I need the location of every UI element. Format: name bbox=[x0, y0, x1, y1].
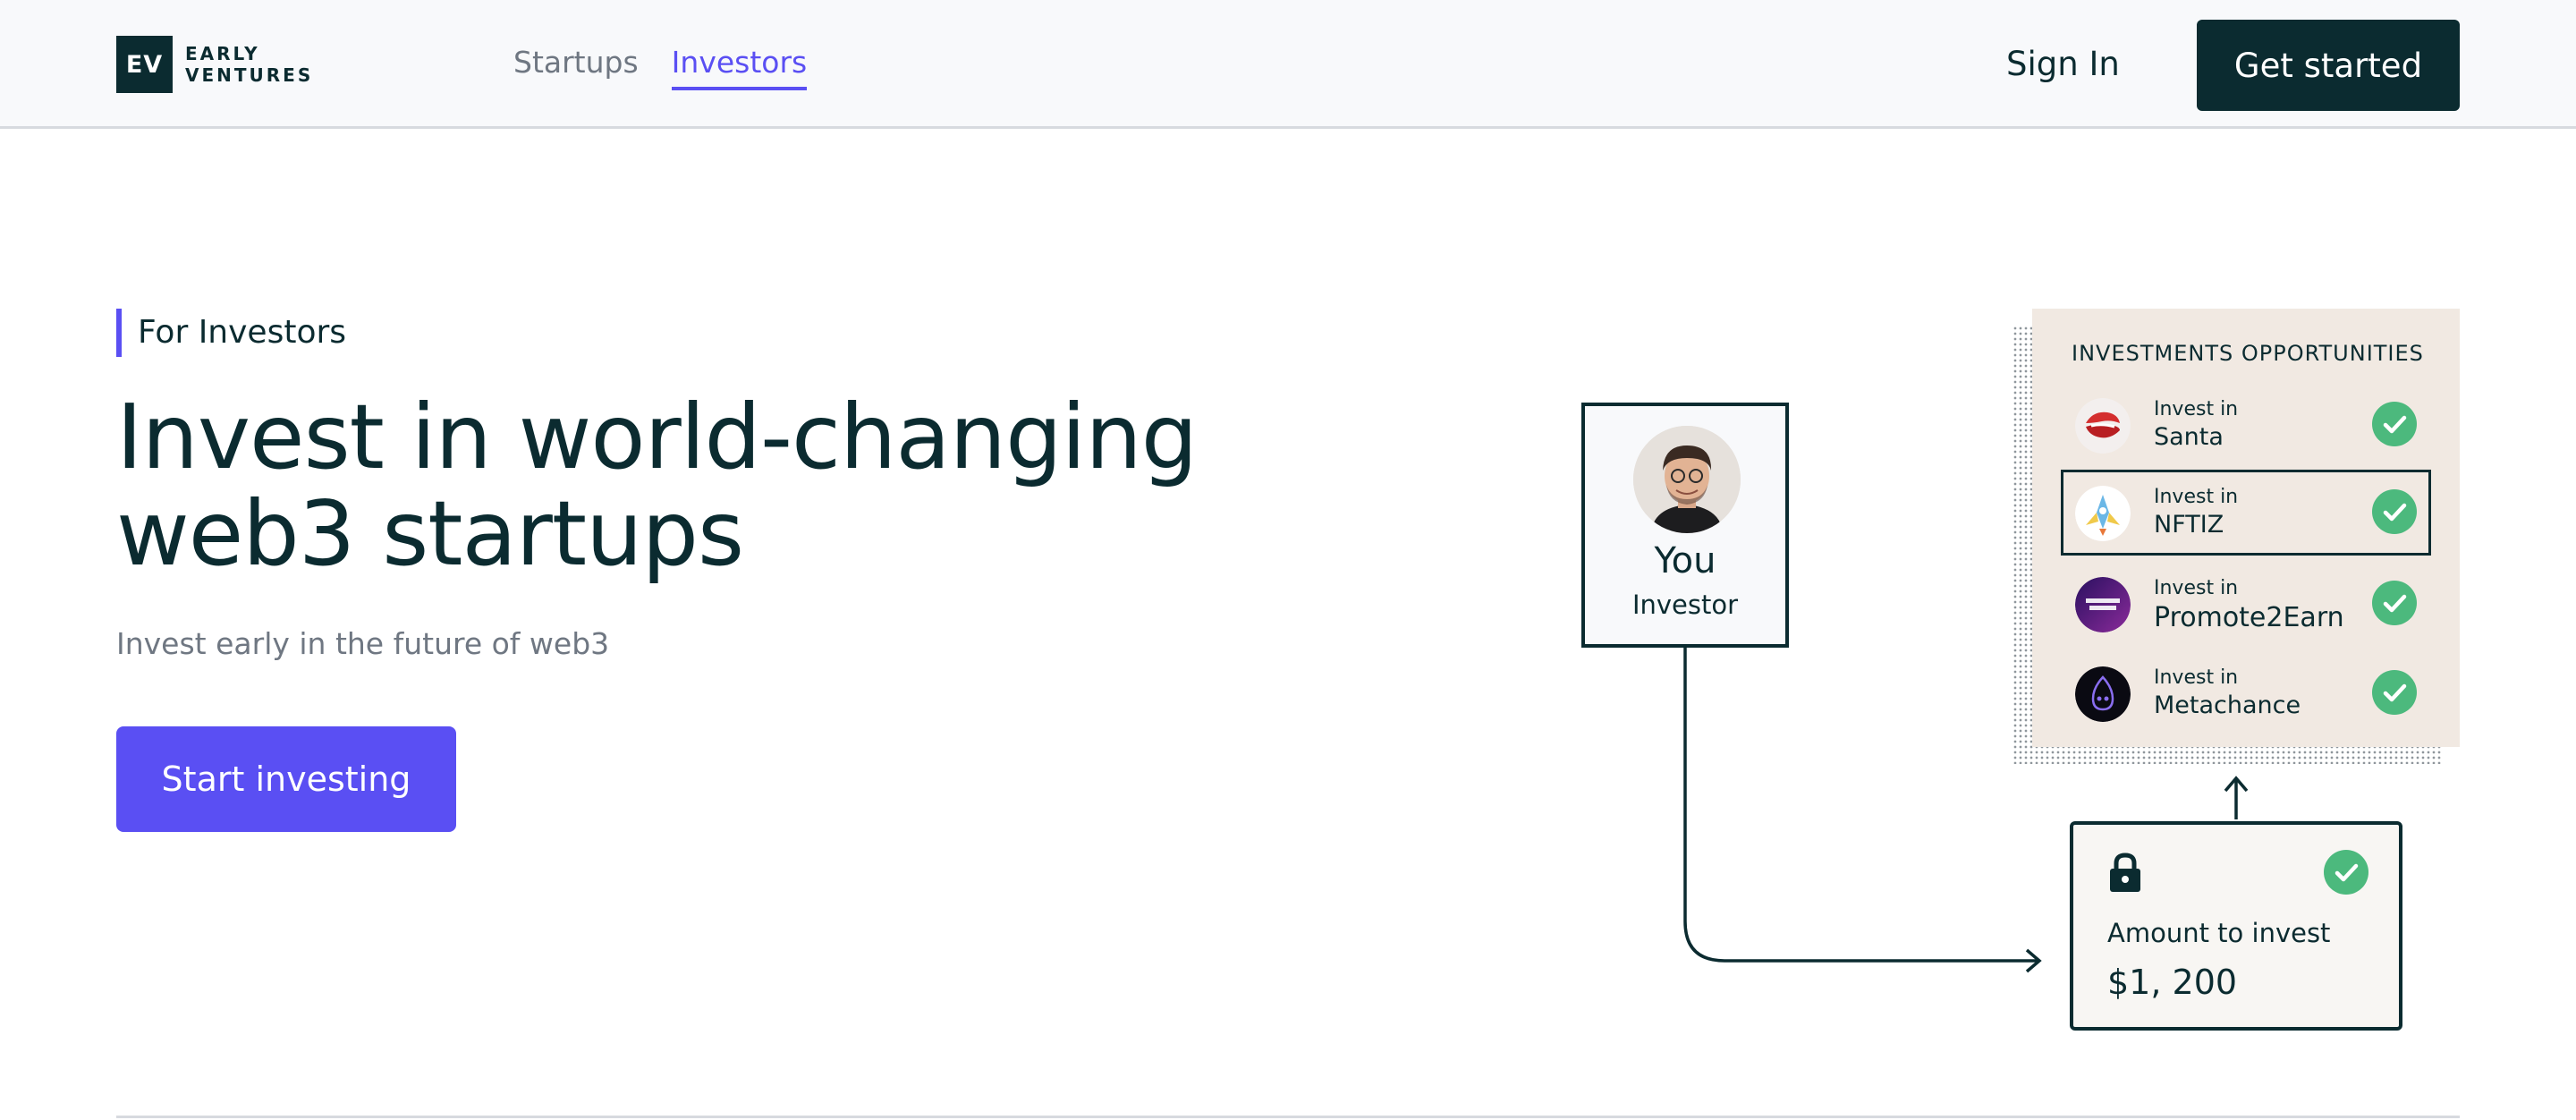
hero-headline-line-2: web3 startups bbox=[116, 481, 744, 586]
opportunity-name: Metachance bbox=[2154, 692, 2301, 719]
avatar bbox=[1633, 426, 1741, 533]
opportunities-title: INVESTMENTS OPPORTUNITIES bbox=[2072, 341, 2424, 366]
main-nav: Startups Investors bbox=[513, 45, 808, 90]
investor-role: Investor bbox=[1631, 590, 1739, 620]
arrow-right-head bbox=[2025, 948, 2042, 973]
logo-wordmark: EARLY VENTURES bbox=[185, 43, 313, 86]
investor-to-amount-line bbox=[1683, 648, 2038, 963]
hero-tag: For Investors bbox=[116, 309, 346, 357]
section-divider bbox=[116, 1116, 2460, 1118]
amount-label: Amount to invest bbox=[2107, 918, 2331, 948]
amount-value: $1, 200 bbox=[2107, 963, 2238, 1002]
opportunity-item-promote2earn[interactable]: Invest in Promote2Earn bbox=[2061, 561, 2431, 647]
opportunity-item-metachance[interactable]: Invest in Metachance bbox=[2061, 650, 2431, 736]
hero-headline: Invest in world-changing web3 startups bbox=[116, 389, 1368, 582]
nav-startups[interactable]: Startups bbox=[513, 45, 639, 90]
check-icon bbox=[2372, 670, 2417, 715]
top-navbar: EV EARLY VENTURES Startups Investors Sig… bbox=[0, 0, 2576, 129]
brand-logo[interactable]: EV EARLY VENTURES bbox=[116, 36, 313, 93]
arrow-up-head bbox=[2224, 776, 2249, 793]
santa-logo-icon bbox=[2075, 398, 2131, 454]
start-investing-button[interactable]: Start investing bbox=[116, 726, 456, 832]
investor-name: You bbox=[1654, 540, 1716, 581]
opportunity-name: Santa bbox=[2154, 423, 2224, 451]
opportunity-label: Invest in bbox=[2154, 486, 2239, 508]
check-icon bbox=[2372, 489, 2417, 534]
opportunity-label: Invest in bbox=[2154, 577, 2239, 599]
logo-line-2: VENTURES bbox=[185, 64, 314, 86]
lock-icon bbox=[2107, 852, 2143, 893]
opportunity-label: Invest in bbox=[2154, 398, 2239, 420]
opportunity-label: Invest in bbox=[2154, 666, 2239, 689]
sign-in-link[interactable]: Sign In bbox=[2006, 45, 2120, 83]
investment-opportunities-panel: INVESTMENTS OPPORTUNITIES Invest in Sant… bbox=[2032, 309, 2460, 747]
hero-subtitle: Invest early in the future of web3 bbox=[116, 626, 610, 661]
opportunity-name: Promote2Earn bbox=[2154, 602, 2344, 633]
metachance-logo-icon bbox=[2075, 666, 2131, 722]
investor-card: You Investor bbox=[1581, 403, 1789, 648]
logo-mark: EV bbox=[116, 36, 173, 93]
nav-investors[interactable]: Investors bbox=[671, 45, 808, 90]
logo-line-1: EARLY bbox=[185, 43, 260, 64]
opportunity-item-nftiz[interactable]: Invest in NFTIZ bbox=[2061, 470, 2431, 556]
check-icon bbox=[2324, 850, 2368, 895]
nftiz-logo-icon bbox=[2075, 486, 2131, 541]
hero-headline-line-1: Invest in world-changing bbox=[116, 385, 1198, 489]
promote2earn-logo-icon bbox=[2075, 577, 2131, 632]
opportunity-item-santa[interactable]: Invest in Santa bbox=[2061, 382, 2431, 468]
check-icon bbox=[2372, 581, 2417, 625]
opportunity-name: NFTIZ bbox=[2154, 511, 2224, 539]
amount-to-invest-card: Amount to invest $1, 200 bbox=[2070, 821, 2402, 1031]
get-started-button[interactable]: Get started bbox=[2197, 20, 2460, 111]
check-icon bbox=[2372, 402, 2417, 446]
